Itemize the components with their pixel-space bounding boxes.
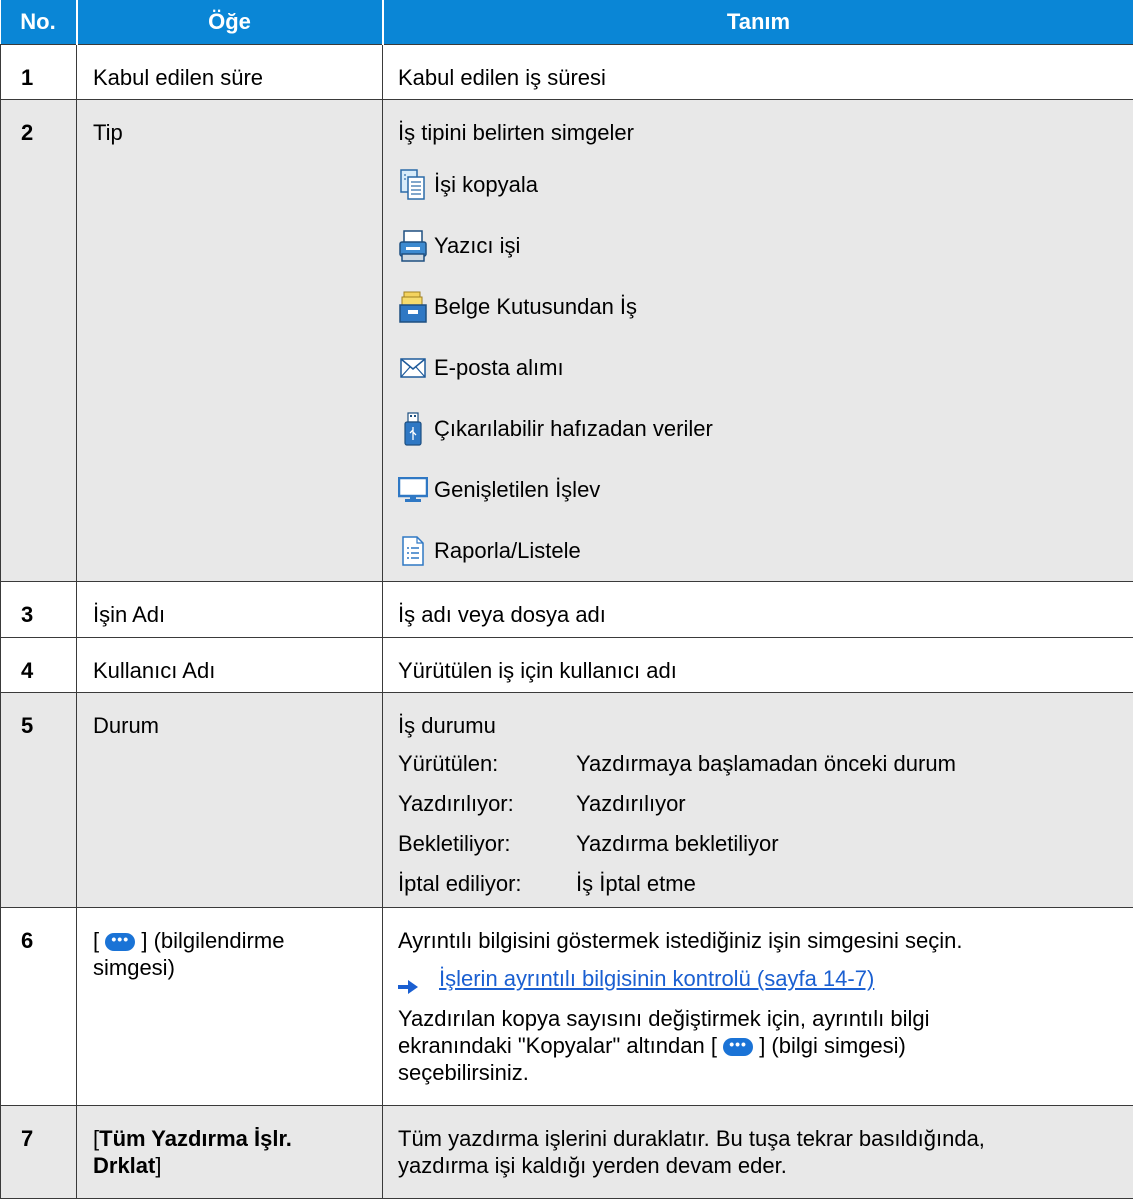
row-description-cell: İş tipini belirten simgeler İşi kopyala … xyxy=(382,99,1133,582)
row-number: 4 xyxy=(0,637,77,693)
type-extended-function: Genişletilen İşlev xyxy=(398,459,1123,520)
status-value: Yazdırmaya başlamadan önceki durum xyxy=(576,750,956,776)
row-item-cell: [ ••• ] (bilgilendirme simgesi) xyxy=(76,907,383,1106)
row-item-line2: Drklat] xyxy=(93,1153,162,1178)
row-number: 5 xyxy=(0,692,77,908)
row-description: İş adı veya dosya adı xyxy=(382,581,1133,638)
monitor-icon xyxy=(398,473,428,507)
row-description: İş durumu xyxy=(398,713,496,738)
table-row: 7 [Tüm Yazdırma İşlr. Drklat] Tüm yazdır… xyxy=(0,1105,1133,1199)
row-item: [Tüm Yazdırma İşlr. xyxy=(93,1126,292,1151)
type-label: Genişletilen İşlev xyxy=(434,477,601,502)
status-key: İptal ediliyor: xyxy=(398,870,522,896)
type-label: Belge Kutusundan İş xyxy=(434,294,638,319)
row-description: Tüm yazdırma işlerini duraklatır. Bu tuş… xyxy=(398,1126,985,1151)
arrow-right-icon xyxy=(398,973,418,995)
row-item: İşin Adı xyxy=(76,581,383,638)
status-entry: Bekletiliyor: Yazdırma bekletiliyor xyxy=(398,823,1123,863)
status-key: Yazdırılıyor: xyxy=(398,790,514,816)
row-description: Kabul edilen iş süresi xyxy=(382,44,1133,100)
type-report-list: Raporla/Listele xyxy=(398,520,1123,581)
row-item: Kabul edilen süre xyxy=(76,44,383,100)
table-row: 4 Kullanıcı Adı Yürütülen iş için kullan… xyxy=(0,637,1133,693)
row-item: Tip xyxy=(76,99,383,582)
note-line: Yazdırılan kopya sayısını değiştirmek iç… xyxy=(398,1006,930,1031)
table-row: 2 Tip İş tipini belirten simgeler İşi ko… xyxy=(0,99,1133,582)
status-entry: İptal ediliyor: İş İptal etme xyxy=(398,863,1123,903)
row-description-line2: yazdırma işi kaldığı yerden devam eder. xyxy=(398,1153,787,1178)
header-description: Tanım xyxy=(382,0,1133,45)
type-printer: Yazıcı işi xyxy=(398,215,1123,276)
type-label: Raporla/Listele xyxy=(434,538,581,563)
status-entry: Yürütülen: Yazdırmaya başlamadan önceki … xyxy=(398,743,1123,783)
row-description-cell: Ayrıntılı bilgisini göstermek istediğini… xyxy=(382,907,1133,1106)
row-item: Durum xyxy=(76,692,383,908)
type-copy: İşi kopyala xyxy=(398,154,1123,215)
type-document-box: Belge Kutusundan İş xyxy=(398,276,1123,337)
type-label: Çıkarılabilir hafızadan veriler xyxy=(434,416,713,441)
note-line: seçebilirsiniz. xyxy=(398,1060,529,1085)
table-header-row: No. Öğe Tanım xyxy=(0,0,1133,45)
report-list-icon xyxy=(398,534,428,568)
row-item-line2: simgesi) xyxy=(93,955,175,980)
status-value: Yazdırılıyor xyxy=(576,790,686,816)
status-value: İş İptal etme xyxy=(576,870,696,896)
status-key: Yürütülen: xyxy=(398,750,499,776)
type-label: E-posta alımı xyxy=(434,355,564,380)
table-row: 3 İşin Adı İş adı veya dosya adı xyxy=(0,581,1133,638)
type-usb: Çıkarılabilir hafızadan veriler xyxy=(398,398,1123,459)
job-status-table: No. Öğe Tanım 1 Kabul edilen süre Kabul … xyxy=(0,0,1133,1199)
note-line: ekranındaki "Kopyalar" altından [ ••• ] … xyxy=(398,1033,906,1058)
reference-link-row: İşlerin ayrıntılı bilgisinin kontrolü (s… xyxy=(398,965,1123,995)
usb-memory-icon xyxy=(398,411,428,446)
status-key: Bekletiliyor: xyxy=(398,830,511,856)
row-number: 6 xyxy=(0,907,77,1106)
table-row: 1 Kabul edilen süre Kabul edilen iş süre… xyxy=(0,44,1133,100)
info-icon: ••• xyxy=(723,1037,754,1057)
row-description-cell: Tüm yazdırma işlerini duraklatır. Bu tuş… xyxy=(382,1105,1133,1199)
envelope-icon xyxy=(398,351,428,385)
printer-job-icon xyxy=(398,229,428,263)
header-item: Öğe xyxy=(76,0,384,45)
row-item: Kullanıcı Adı xyxy=(76,637,383,693)
row-item-cell: [Tüm Yazdırma İşlr. Drklat] xyxy=(76,1105,383,1199)
info-icon: ••• xyxy=(105,932,136,952)
status-entry: Yazdırılıyor: Yazdırılıyor xyxy=(398,783,1123,823)
row-description: Yürütülen iş için kullanıcı adı xyxy=(382,637,1133,693)
row-description-cell: İş durumu Yürütülen: Yazdırmaya başlamad… xyxy=(382,692,1133,908)
row-item: [ ••• ] (bilgilendirme xyxy=(93,928,285,953)
table-row: 5 Durum İş durumu Yürütülen: Yazdırmaya … xyxy=(0,692,1133,908)
row-number: 7 xyxy=(0,1105,77,1199)
type-email: E-posta alımı xyxy=(398,337,1123,398)
reference-link[interactable]: İşlerin ayrıntılı bilgisinin kontrolü (s… xyxy=(439,966,874,991)
status-value: Yazdırma bekletiliyor xyxy=(576,830,779,856)
table-row: 6 [ ••• ] (bilgilendirme simgesi) Ayrınt… xyxy=(0,907,1133,1106)
row-number: 1 xyxy=(0,44,77,100)
copy-job-icon xyxy=(398,168,428,202)
header-no: No. xyxy=(0,0,78,45)
row-description: Ayrıntılı bilgisini göstermek istediğini… xyxy=(398,928,963,953)
row-description: İş tipini belirten simgeler xyxy=(398,120,634,145)
type-label: İşi kopyala xyxy=(434,172,538,197)
type-label: Yazıcı işi xyxy=(434,233,521,258)
document-box-icon xyxy=(398,290,428,324)
row-number: 2 xyxy=(0,99,77,582)
row-number: 3 xyxy=(0,581,77,638)
